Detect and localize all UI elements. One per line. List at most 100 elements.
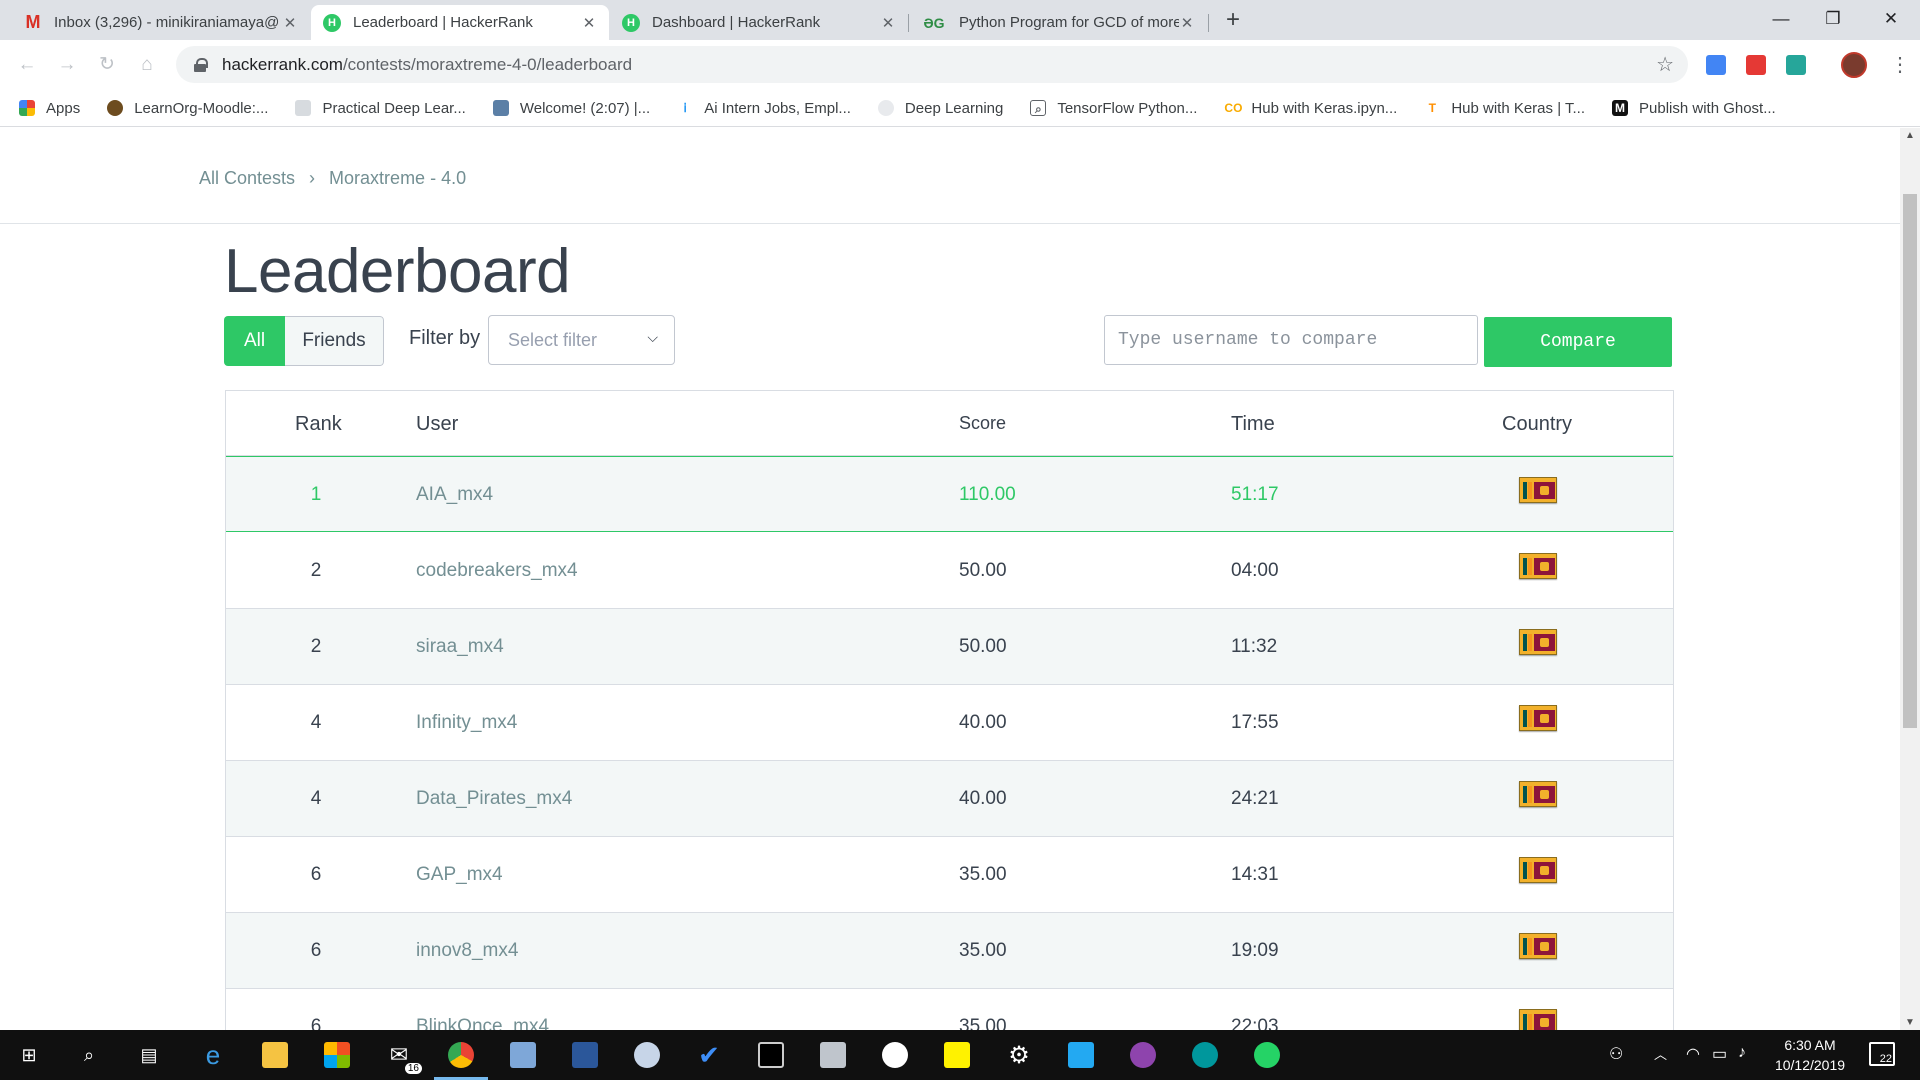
people-icon[interactable]: ⚇ bbox=[1609, 1044, 1623, 1064]
user-link[interactable]: Infinity_mx4 bbox=[416, 712, 517, 734]
user-link[interactable]: GAP_mx4 bbox=[416, 864, 503, 886]
user-link[interactable]: codebreakers_mx4 bbox=[416, 560, 578, 582]
action-center-icon[interactable]: 22 bbox=[1869, 1042, 1895, 1066]
back-icon[interactable]: ← bbox=[14, 52, 40, 78]
filter-select[interactable]: Select filter ⌵ bbox=[488, 315, 675, 365]
filter-placeholder: Select filter bbox=[508, 329, 598, 350]
close-icon[interactable]: ✕ bbox=[282, 14, 298, 32]
home-icon[interactable]: ⌂ bbox=[134, 52, 160, 78]
task-view-icon[interactable]: ▤ bbox=[132, 1038, 166, 1072]
user-link[interactable]: siraa_mx4 bbox=[416, 636, 504, 658]
bookmark-item[interactable]: ⅰ Ai Intern Jobs, Empl... bbox=[677, 100, 851, 117]
time-cell: 04:00 bbox=[1231, 560, 1279, 581]
battery-icon[interactable]: ▭ bbox=[1712, 1044, 1727, 1064]
store-icon[interactable] bbox=[320, 1038, 354, 1072]
mail-badge: 16 bbox=[404, 1063, 422, 1074]
user-link[interactable]: BlinkOnce_mx4 bbox=[416, 1016, 549, 1030]
pdf-extension-icon[interactable] bbox=[1746, 55, 1766, 75]
user-link[interactable]: AIA_mx4 bbox=[416, 484, 493, 506]
bookmark-item[interactable]: ⌕ TensorFlow Python... bbox=[1030, 100, 1197, 117]
itunes-icon[interactable] bbox=[878, 1038, 912, 1072]
todo-icon[interactable]: ✔ bbox=[692, 1038, 726, 1072]
score-cell: 35.00 bbox=[959, 940, 1007, 961]
virtualbox-icon[interactable] bbox=[506, 1038, 540, 1072]
tab-all[interactable]: All bbox=[224, 316, 285, 366]
minimize-button[interactable]: — bbox=[1752, 0, 1810, 40]
file-explorer-icon[interactable] bbox=[258, 1038, 292, 1072]
user-link[interactable]: innov8_mx4 bbox=[416, 940, 518, 962]
breadcrumb-all-contests[interactable]: All Contests bbox=[199, 168, 295, 189]
compare-username-input[interactable] bbox=[1104, 315, 1478, 365]
paint-icon[interactable] bbox=[630, 1038, 664, 1072]
profile-avatar[interactable] bbox=[1841, 52, 1867, 78]
page-scrollbar[interactable]: ▲ ▼ bbox=[1900, 128, 1920, 1030]
sticky-notes-icon[interactable] bbox=[940, 1038, 974, 1072]
compare-button[interactable]: Compare bbox=[1484, 317, 1672, 367]
geeksforgeeks-icon: ƏG bbox=[923, 14, 945, 31]
forward-icon[interactable]: → bbox=[54, 52, 80, 78]
tab-geeksforgeeks[interactable]: ƏG Python Program for GCD of more ✕ bbox=[909, 5, 1207, 40]
close-icon[interactable]: ✕ bbox=[1179, 14, 1195, 32]
windows-start-icon[interactable]: ⊞ bbox=[12, 1038, 46, 1072]
bookmark-star-icon[interactable]: ☆ bbox=[1656, 52, 1674, 77]
user-link[interactable]: Data_Pirates_mx4 bbox=[416, 788, 572, 810]
sri-lanka-flag-icon bbox=[1519, 781, 1557, 807]
close-window-button[interactable]: ✕ bbox=[1862, 0, 1920, 40]
vscode-icon[interactable] bbox=[1064, 1038, 1098, 1072]
rank-cell: 2 bbox=[310, 636, 322, 657]
moodle-icon bbox=[107, 100, 124, 116]
bookmark-item[interactable]: T Hub with Keras | T... bbox=[1424, 100, 1585, 117]
bookmark-label: Welcome! (2:07) |... bbox=[519, 99, 651, 117]
bookmark-item[interactable]: CO Hub with Keras.ipyn... bbox=[1224, 100, 1397, 117]
mail-icon[interactable]: ✉ 16 bbox=[382, 1038, 422, 1074]
clock[interactable]: 6:30 AM 10/12/2019 bbox=[1763, 1035, 1857, 1075]
hackerrank-icon: H bbox=[622, 13, 640, 32]
close-icon[interactable]: ✕ bbox=[581, 14, 597, 32]
bookmark-label: Publish with Ghost... bbox=[1639, 99, 1776, 117]
word-icon[interactable] bbox=[568, 1038, 602, 1072]
close-icon[interactable]: ✕ bbox=[880, 14, 896, 32]
bookmark-item[interactable]: Deep Learning bbox=[877, 100, 1003, 117]
bookmark-item[interactable]: Practical Deep Lear... bbox=[295, 100, 466, 117]
whatsapp-icon[interactable] bbox=[1250, 1038, 1284, 1072]
edge-icon[interactable]: e bbox=[196, 1038, 230, 1072]
tab-friends[interactable]: Friends bbox=[285, 316, 384, 366]
breadcrumb: All Contests › Moraxtreme - 4.0 bbox=[199, 168, 466, 189]
scroll-down-icon[interactable]: ▼ bbox=[1905, 1017, 1915, 1028]
time-cell: 14:31 bbox=[1231, 864, 1279, 885]
github-icon[interactable] bbox=[1126, 1038, 1160, 1072]
bookmark-apps[interactable]: Apps bbox=[19, 100, 80, 117]
address-bar[interactable]: hackerrank.com/contests/moraxtreme-4-0/l… bbox=[176, 46, 1688, 83]
arduino-icon[interactable] bbox=[1188, 1038, 1222, 1072]
scroll-thumb[interactable] bbox=[1903, 194, 1917, 728]
bookmark-item[interactable]: LearnOrg-Moodle:... bbox=[107, 100, 268, 117]
wifi-icon[interactable]: ◠ bbox=[1686, 1044, 1700, 1064]
table-row: 2 codebreakers_mx4 50.00 04:00 bbox=[226, 533, 1673, 609]
tab-dashboard[interactable]: H Dashboard | HackerRank ✕ bbox=[610, 5, 908, 40]
bookmark-item[interactable]: M Publish with Ghost... bbox=[1612, 100, 1776, 117]
settings-gear-icon[interactable]: ⚙ bbox=[1002, 1038, 1036, 1072]
sri-lanka-flag-icon bbox=[1519, 553, 1557, 579]
search-icon[interactable]: ⌕ bbox=[72, 1038, 106, 1072]
extension-icon[interactable] bbox=[1786, 55, 1806, 75]
colab-icon: CO bbox=[1224, 101, 1243, 115]
tab-gmail[interactable]: M Inbox (3,296) - minikiraniamaya@ ✕ bbox=[12, 5, 310, 40]
volume-icon[interactable]: ♪ bbox=[1738, 1044, 1746, 1062]
score-cell: 35.00 bbox=[959, 1016, 1007, 1030]
docs-extension-icon[interactable] bbox=[1706, 55, 1726, 75]
breadcrumb-contest[interactable]: Moraxtreme - 4.0 bbox=[329, 168, 466, 189]
bookmark-item[interactable]: Welcome! (2:07) |... bbox=[492, 99, 651, 117]
tab-leaderboard[interactable]: H Leaderboard | HackerRank ✕ bbox=[311, 5, 609, 40]
chrome-icon[interactable] bbox=[434, 1038, 488, 1080]
rank-cell: 4 bbox=[310, 788, 322, 809]
bookmark-label: LearnOrg-Moodle:... bbox=[134, 99, 269, 117]
restore-button[interactable]: ❐ bbox=[1804, 0, 1862, 40]
menu-icon[interactable]: ⋮ bbox=[1890, 52, 1910, 78]
terminal-icon[interactable] bbox=[754, 1038, 788, 1072]
printer-icon[interactable] bbox=[816, 1038, 850, 1072]
new-tab-button[interactable]: + bbox=[1219, 7, 1247, 35]
reload-icon[interactable]: ↻ bbox=[94, 52, 120, 78]
scroll-up-icon[interactable]: ▲ bbox=[1905, 130, 1915, 141]
sri-lanka-flag-icon bbox=[1519, 1009, 1557, 1030]
chevron-up-icon[interactable]: ︿ bbox=[1654, 1044, 1667, 1063]
